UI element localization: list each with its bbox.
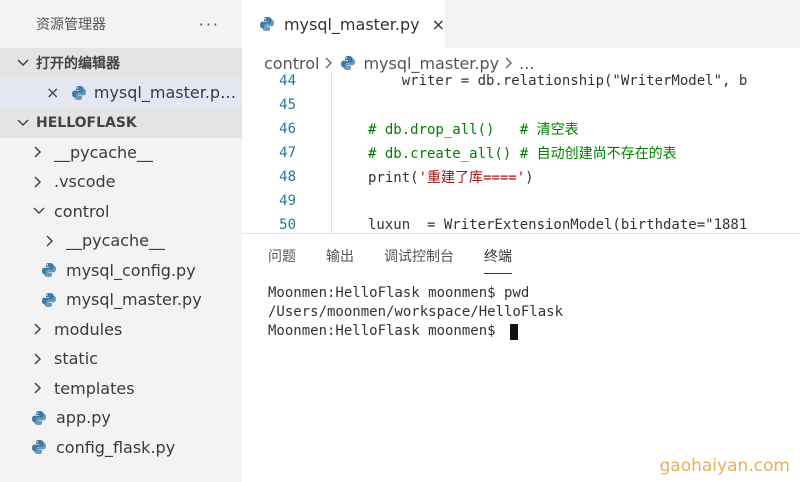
line-number: 45 <box>279 97 296 113</box>
code-line: 47 # db.create_all() # 自动创建尚不存在的表 <box>242 141 800 165</box>
python-file-icon <box>70 84 88 102</box>
breadcrumb-file[interactable]: mysql_master.py <box>363 54 499 73</box>
chevron-right-icon <box>34 382 46 394</box>
code-line: 48 print('重建了库====') <box>242 165 800 189</box>
line-number: 46 <box>279 121 296 137</box>
terminal-prompt: Moonmen:HelloFlask moonmen$ <box>268 323 505 339</box>
chevron-right-icon <box>34 146 46 158</box>
more-actions-button[interactable]: ··· <box>199 15 220 34</box>
open-editor-item-mysql-master[interactable]: × mysql_master.py... <box>0 78 242 108</box>
tab-terminal[interactable]: 终端 <box>484 242 512 274</box>
code-line: 46 # db.drop_all() # 清空表 <box>242 117 800 141</box>
tab-problems[interactable]: 问题 <box>268 242 296 270</box>
tree-item-label: .vscode <box>54 172 116 192</box>
chevron-down-icon <box>16 59 30 67</box>
chevron-down-icon <box>16 118 30 127</box>
tree-item-mysql-config[interactable]: mysql_config.py <box>0 256 242 286</box>
tab-debug-console[interactable]: 调试控制台 <box>384 242 454 270</box>
open-editor-label: mysql_master.py... <box>93 83 242 103</box>
tree-item-mysql-master[interactable]: mysql_master.py <box>0 285 242 315</box>
tree-item-label: mysql_master.py <box>66 290 202 310</box>
code-comment: # db.drop_all() # 清空表 <box>368 122 579 138</box>
explorer-header: 资源管理器 ··· <box>0 0 242 48</box>
tree-item-app-py[interactable]: app.py <box>0 403 242 433</box>
chevron-right-icon <box>505 57 513 69</box>
python-file-icon <box>40 261 58 279</box>
folder-title: HELLOFLASK <box>36 114 137 131</box>
terminal-line: /Users/moonmen/workspace/HelloFlask <box>268 304 564 320</box>
code-comment: # db.create_all() # 自动创建尚不存在的表 <box>368 146 677 162</box>
line-number: 50 <box>279 217 296 233</box>
explorer-sidebar: 资源管理器 ··· 打开的编辑器 × mysql_master.py... HE… <box>0 0 242 482</box>
tree-item-control[interactable]: control <box>0 197 242 227</box>
tree-item-control-pycache[interactable]: __pycache__ <box>0 226 242 256</box>
tree-item-templates[interactable]: templates <box>0 374 242 404</box>
watermark: gaohaiyan.com <box>659 456 791 476</box>
tree-item-label: app.py <box>56 408 111 428</box>
editor-tab-bar: mysql_master.py × <box>242 0 800 48</box>
tree-item-vscode[interactable]: .vscode <box>0 167 242 197</box>
code-line: 50 luxun = WriterExtensionModel(birthdat… <box>242 213 800 233</box>
chevron-right-icon <box>34 353 46 365</box>
chevron-right-icon <box>34 323 46 335</box>
tab-output[interactable]: 输出 <box>326 242 354 270</box>
tree-item-label: static <box>54 349 98 369</box>
python-file-icon <box>258 15 276 33</box>
code-line: 44 writer = db.relationship("WriterModel… <box>242 72 800 93</box>
code-line: 49 <box>242 189 800 213</box>
tree-item-label: mysql_config.py <box>66 260 196 280</box>
chevron-right-icon <box>325 57 333 69</box>
tree-item-static[interactable]: static <box>0 344 242 374</box>
code-call: print( <box>368 170 419 186</box>
folder-section-header[interactable]: HELLOFLASK <box>0 107 242 138</box>
explorer-title: 资源管理器 <box>36 17 106 33</box>
close-editor-button[interactable]: × <box>46 83 62 102</box>
tree-item-label: __pycache__ <box>54 142 154 162</box>
tree-item-modules[interactable]: modules <box>0 315 242 345</box>
tab-mysql-master[interactable]: mysql_master.py × <box>242 0 445 48</box>
code-text: print('重建了库====') <box>368 167 534 187</box>
python-file-icon <box>30 409 48 427</box>
breadcrumb-folder[interactable]: control <box>264 54 319 73</box>
tree-item-label: __pycache__ <box>66 231 166 251</box>
tree-item-label: templates <box>54 378 135 398</box>
open-editors-section-header[interactable]: 打开的编辑器 <box>0 48 242 78</box>
open-editors-title: 打开的编辑器 <box>36 56 120 72</box>
python-file-icon <box>40 291 58 309</box>
panel-tab-bar: 问题 输出 调试控制台 终端 <box>242 234 800 278</box>
chevron-right-icon <box>46 235 58 247</box>
tab-close-button[interactable]: × <box>432 15 445 34</box>
bottom-panel: 问题 输出 调试控制台 终端 Moonmen:HelloFlask moonme… <box>242 233 800 482</box>
breadcrumb-more[interactable]: ... <box>519 54 534 73</box>
tab-label: mysql_master.py <box>283 14 420 34</box>
tree-item-label: modules <box>54 319 123 339</box>
code-paren: ) <box>525 170 534 186</box>
python-file-icon <box>30 438 48 456</box>
tree-item-config-flask[interactable]: config_flask.py <box>0 433 242 463</box>
code-text: writer = db.relationship("WriterModel", … <box>368 73 748 89</box>
code-line: 45 <box>242 93 800 117</box>
editor-area: mysql_master.py × control mysql_master.p… <box>242 0 800 233</box>
line-number: 44 <box>279 73 296 89</box>
code-view[interactable]: 44 writer = db.relationship("WriterModel… <box>242 72 800 233</box>
tree-item-label: config_flask.py <box>56 437 176 457</box>
chevron-down-icon <box>33 207 46 215</box>
terminal-line: Moonmen:HelloFlask moonmen$ pwd <box>268 285 530 301</box>
chevron-right-icon <box>34 176 46 188</box>
tree-item-label: control <box>54 201 110 221</box>
tree-item-pycache[interactable]: __pycache__ <box>0 138 242 168</box>
terminal[interactable]: Moonmen:HelloFlask moonmen$ pwd /Users/m… <box>268 284 563 341</box>
line-number: 47 <box>279 145 296 161</box>
line-number: 48 <box>279 169 296 185</box>
code-text: luxun = WriterExtensionModel(birthdate="… <box>368 217 748 233</box>
terminal-cursor <box>510 323 519 340</box>
python-file-icon <box>339 54 357 72</box>
terminal-prompt-line: Moonmen:HelloFlask moonmen$ <box>268 322 563 341</box>
code-string: '重建了库====' <box>418 170 526 186</box>
line-number: 49 <box>279 193 296 209</box>
